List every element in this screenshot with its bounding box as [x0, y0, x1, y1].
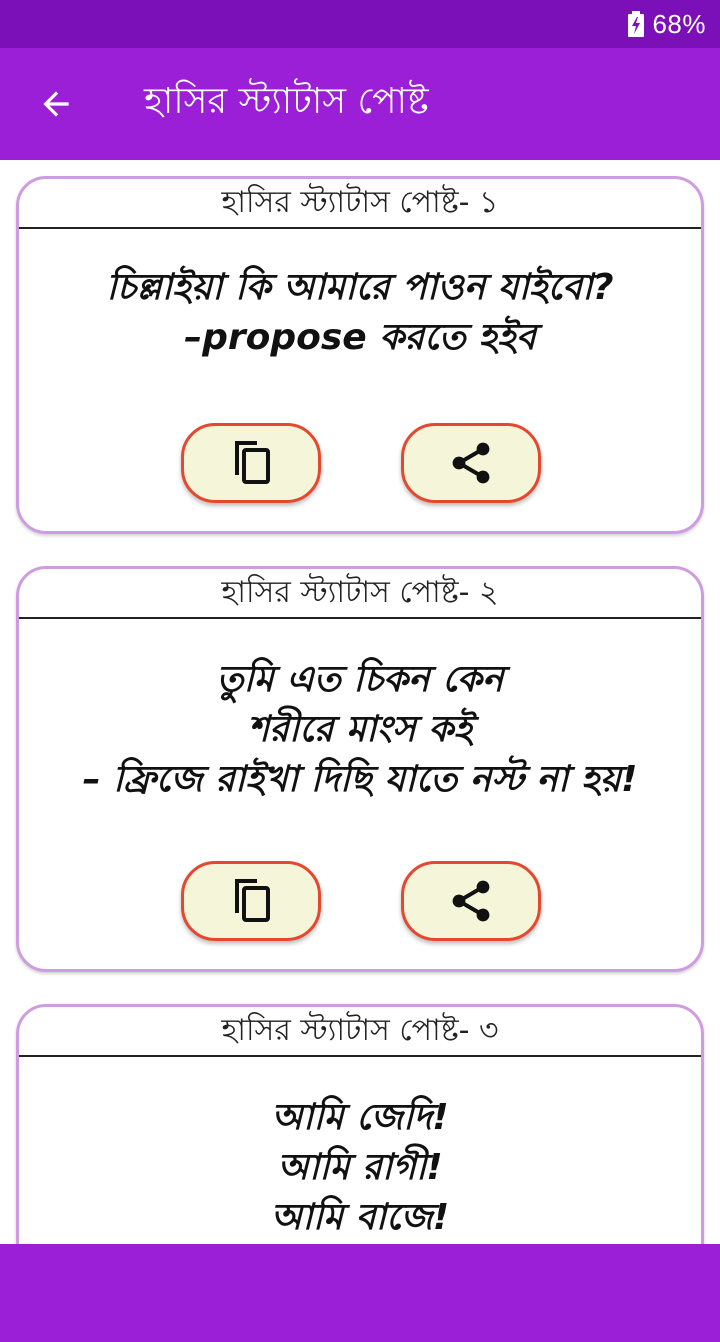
- post-text-line: আমি জেদি!: [271, 1097, 449, 1138]
- post-text-line: চিল্লাইয়া কি আমারে পাওন যাইবো?: [106, 267, 614, 308]
- post-header: হাসির স্ট্যাটাস পোষ্ট- ১: [19, 179, 701, 229]
- post-actions: [19, 423, 701, 503]
- page-title: হাসির স্ট্যাটাস পোষ্ট: [144, 81, 429, 122]
- post-card: হাসির স্ট্যাটাস পোষ্ট- ১ চিল্লাইয়া কি আ…: [16, 176, 704, 534]
- post-list[interactable]: হাসির স্ট্যাটাস পোষ্ট- ১ চিল্লাইয়া কি আ…: [0, 160, 720, 1244]
- post-header: হাসির স্ট্যাটাস পোষ্ট- ২: [19, 569, 701, 619]
- back-button[interactable]: [0, 48, 112, 160]
- post-text-line: –propose করতে হইব: [184, 317, 536, 358]
- post-card: হাসির স্ট্যাটাস পোষ্ট- ৩ আমি জেদি! আমি র…: [16, 1004, 704, 1244]
- arrow-back-icon: [43, 91, 69, 117]
- battery-charging-icon: [628, 11, 645, 37]
- battery-level: 68%: [652, 8, 706, 39]
- post-header: হাসির স্ট্যাটাস পোষ্ট- ৩: [19, 1007, 701, 1057]
- post-text-line: আমি বাজে!: [270, 1197, 450, 1238]
- share-icon: [452, 442, 490, 484]
- copy-button[interactable]: [181, 861, 321, 941]
- copy-icon: [235, 441, 270, 484]
- post-text-line: – ফ্রিজে রাইখা দিছি যাতে নস্ট না হয়!: [82, 759, 638, 800]
- post-text-line: আমি রাগী!: [277, 1147, 443, 1188]
- status-bar: 68%: [0, 0, 720, 48]
- post-text-line: তুমি এত চিকন কেন: [216, 659, 504, 700]
- post-text: আমি জেদি! আমি রাগী! আমি বাজে!: [19, 1057, 701, 1243]
- share-icon: [452, 880, 490, 922]
- share-button[interactable]: [401, 423, 541, 503]
- post-text: তুমি এত চিকন কেন শরীরে মাংস কই – ফ্রিজে …: [19, 619, 701, 805]
- bottom-banner: [0, 1244, 720, 1342]
- copy-button[interactable]: [181, 423, 321, 503]
- app-bar: হাসির স্ট্যাটাস পোষ্ট: [0, 48, 720, 160]
- post-actions: [19, 861, 701, 941]
- post-text: চিল্লাইয়া কি আমারে পাওন যাইবো? –propose…: [19, 229, 701, 363]
- share-button[interactable]: [401, 861, 541, 941]
- post-card: হাসির স্ট্যাটাস পোষ্ট- ২ তুমি এত চিকন কে…: [16, 566, 704, 972]
- copy-icon: [235, 879, 270, 922]
- post-text-line: শরীরে মাংস কই: [247, 709, 473, 750]
